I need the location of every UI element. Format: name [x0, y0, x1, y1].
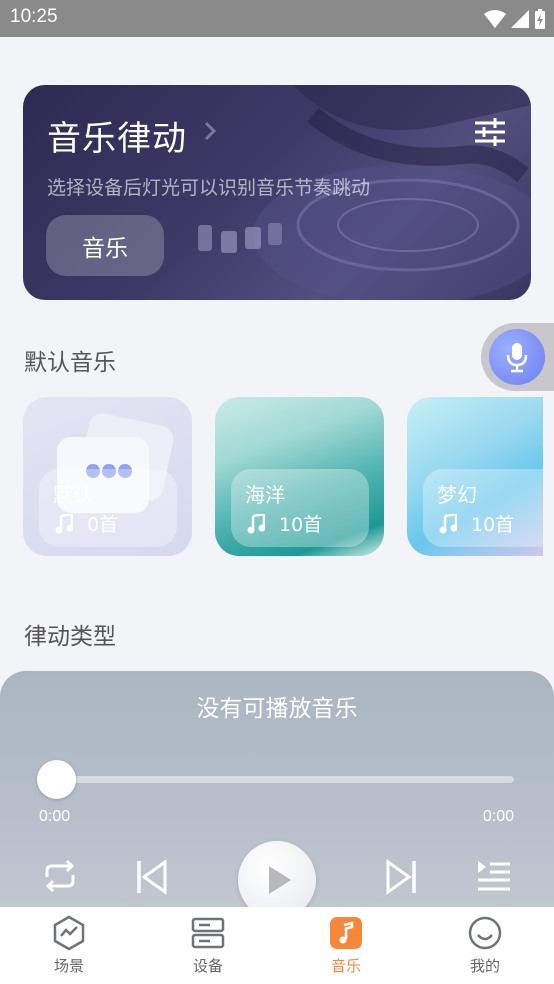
nav-item-device[interactable]: 设备 — [168, 915, 248, 976]
playlist-meta: 0首 — [55, 510, 118, 537]
time-total: 0:00 — [482, 808, 514, 825]
nav-item-scene[interactable]: 场景 — [29, 915, 109, 976]
voice-assistant-button[interactable] — [481, 323, 554, 391]
sliders-icon[interactable] — [473, 115, 507, 149]
playlist-info-panel: 海洋 10首 — [231, 469, 369, 547]
playlist-name: 默认 — [53, 483, 93, 507]
time-current: 0:00 — [39, 808, 71, 825]
status-bar: 10:25 — [0, 0, 554, 37]
nav-item-music[interactable]: 音乐 — [306, 915, 386, 976]
music-rhythm-banner: 音乐律动 选择设备后灯光可以识别音乐节奏跳动 音乐 — [23, 85, 531, 300]
music-icon — [330, 917, 362, 949]
next-track-icon[interactable] — [384, 859, 418, 895]
progress-bar[interactable] — [57, 776, 514, 783]
voice-button-circle — [489, 329, 545, 385]
microphone-icon — [506, 343, 528, 373]
playlist-icon[interactable] — [476, 859, 512, 893]
playlist-info-panel: 默认 0首 — [39, 469, 177, 547]
profile-icon — [468, 916, 502, 950]
signal-icon — [511, 10, 529, 28]
playlist-count: 0首 — [87, 514, 119, 536]
repeat-icon[interactable] — [41, 859, 79, 893]
nav-label-music: 音乐 — [330, 957, 361, 975]
playlist-cards: 默认 0首 海洋 10首 梦幻 10首 — [23, 397, 543, 557]
scene-icon — [53, 915, 85, 951]
banner-subtitle: 选择设备后灯光可以识别音乐节奏跳动 — [47, 177, 371, 199]
wifi-icon — [484, 10, 506, 28]
music-button[interactable]: 音乐 — [46, 215, 164, 276]
status-time: 10:25 — [10, 6, 58, 27]
music-note-icon — [247, 513, 265, 533]
battery-icon — [535, 9, 545, 29]
nav-label-profile: 我的 — [469, 957, 500, 975]
banner-title: 音乐律动 — [47, 119, 187, 159]
playlist-meta: 10首 — [439, 510, 514, 537]
playlist-card-dream[interactable]: 梦幻 10首 — [407, 397, 543, 556]
player-title: 没有可播放音乐 — [196, 696, 358, 722]
previous-track-icon[interactable] — [135, 859, 169, 895]
progress-knob[interactable] — [37, 760, 76, 799]
status-icons — [484, 8, 546, 30]
playlist-card-ocean[interactable]: 海洋 10首 — [215, 397, 384, 556]
playlist-info-panel: 梦幻 10首 — [423, 469, 543, 547]
rhythm-type-heading: 律动类型 — [24, 624, 116, 650]
playlist-name: 梦幻 — [437, 483, 477, 507]
music-note-icon — [439, 513, 457, 533]
music-note-icon — [55, 513, 73, 533]
nav-item-profile[interactable]: 我的 — [445, 915, 525, 976]
default-music-heading: 默认音乐 — [24, 350, 116, 376]
playlist-count: 10首 — [279, 514, 323, 536]
playlist-meta: 10首 — [247, 510, 322, 537]
playlist-name: 海洋 — [245, 483, 285, 507]
bottom-navigation: 场景 设备 音乐 我的 — [0, 907, 554, 984]
device-icon — [191, 917, 225, 949]
playlist-count: 10首 — [471, 514, 515, 536]
nav-label-device: 设备 — [192, 957, 223, 975]
nav-label-scene: 场景 — [53, 957, 84, 975]
playlist-card-default[interactable]: 默认 0首 — [23, 397, 192, 556]
